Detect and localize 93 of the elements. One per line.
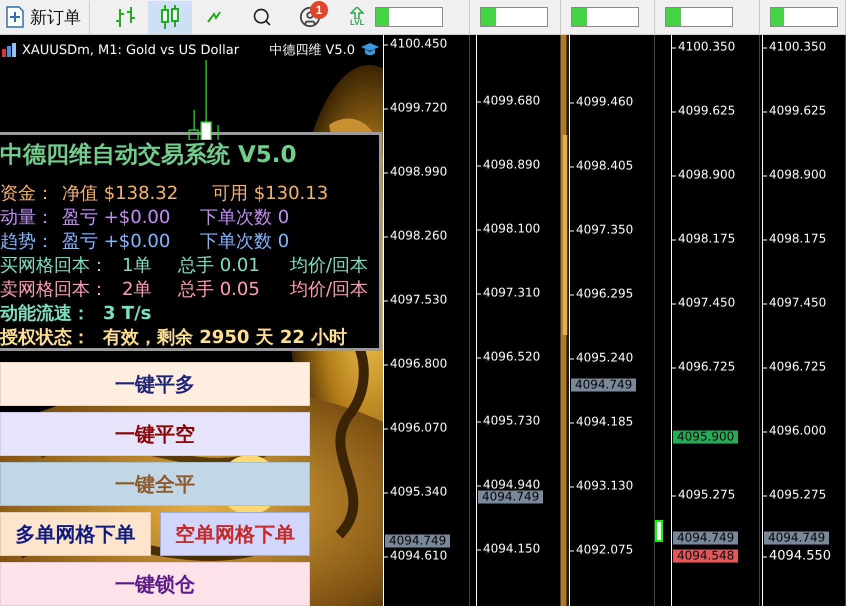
action-button[interactable]: 一键锁仓 — [0, 562, 310, 606]
price-label: 4099.680 — [477, 94, 540, 108]
price-label: 4099.720 — [384, 102, 448, 114]
price-label: 4098.900 — [672, 168, 736, 182]
price-label: 4099.625 — [672, 104, 736, 118]
info-value: 2单 — [122, 278, 152, 301]
price-label: 4097.350 — [570, 224, 634, 236]
price-label: 4096.725 — [763, 360, 826, 374]
action-button[interactable]: 一键平多 — [0, 362, 310, 406]
price-tag: 4094.749 — [385, 534, 450, 548]
price-label: 4100.350 — [763, 40, 826, 54]
info-value: 均价/回本 — [290, 278, 368, 301]
price-label: 4098.890 — [477, 158, 540, 172]
price-label: 4100.450 — [384, 38, 448, 50]
price-label: 4095.275 — [672, 488, 736, 502]
price-label: 4096.070 — [384, 422, 448, 434]
price-label: 4099.460 — [570, 96, 634, 108]
info-label: 卖网格回本： — [0, 278, 109, 301]
search-icon — [252, 7, 272, 27]
line-chart-icon — [207, 10, 221, 24]
price-label: 4093.130 — [570, 480, 634, 492]
level-meter — [480, 7, 548, 27]
chart-icon — [2, 43, 16, 57]
user-icon — [299, 6, 321, 28]
info-value: 3 T/s — [103, 302, 152, 324]
price-tag: 4094.749 — [764, 532, 830, 545]
price-label: 4097.450 — [672, 296, 736, 310]
chart-title: XAUUSDm, M1: Gold vs US Dollar — [22, 42, 240, 58]
info-value: 总手 0.01 — [178, 254, 261, 277]
info-value: 盈亏 +$0.00 — [62, 230, 172, 253]
price-label: 4092.075 — [570, 544, 634, 556]
price-label: 4098.260 — [384, 230, 448, 242]
price-label: 4097.530 — [384, 294, 448, 306]
new-document-icon — [6, 6, 24, 28]
info-label: 趋势： — [0, 230, 55, 253]
info-value: 盈亏 +$0.00 — [62, 206, 172, 229]
action-button[interactable]: 空单网格下单 — [160, 512, 310, 556]
info-value: 下单次数 0 — [200, 206, 290, 229]
price-label: 4097.310 — [477, 286, 540, 300]
level-meter — [665, 7, 733, 27]
expert-name: 中德四维 V5.0 — [269, 42, 355, 59]
action-button[interactable]: 一键全平 — [0, 462, 310, 506]
info-label: 资金： — [0, 182, 55, 205]
price-label: 4098.175 — [763, 232, 826, 246]
price-label: 4099.625 — [763, 104, 826, 118]
price-tag: 4094.548 — [673, 550, 738, 563]
price-label: 4094.940 — [477, 478, 540, 492]
price-label: 4095.730 — [477, 414, 540, 428]
price-label: 4096.725 — [672, 360, 736, 374]
price-tag: 4094.749 — [571, 378, 636, 392]
price-label: 4094.150 — [477, 542, 540, 556]
info-value: 总手 0.05 — [178, 278, 261, 301]
chart-type-button[interactable] — [148, 0, 192, 34]
action-button[interactable]: 一键平空 — [0, 412, 310, 456]
graduation-cap-icon — [361, 42, 379, 58]
price-label: 4096.520 — [477, 350, 540, 364]
price-label: 4098.100 — [477, 222, 540, 236]
price-label: 4098.990 — [384, 166, 448, 178]
level-meter — [571, 7, 639, 27]
price-label: 4096.000 — [763, 424, 826, 438]
info-label: 买网格回本： — [0, 254, 109, 277]
price-label: 4094.185 — [570, 416, 634, 428]
price-label: 4098.405 — [570, 160, 634, 172]
price-label: 4100.350 — [672, 40, 736, 54]
info-label: 动能流速： — [0, 302, 91, 325]
panel-title: 中德四维自动交易系统 V5.0 — [0, 141, 298, 170]
info-label: 动量： — [0, 206, 55, 229]
info-value: 下单次数 0 — [200, 230, 290, 253]
price-label: 4095.275 — [763, 488, 826, 502]
price-tag: 4095.900 — [673, 430, 738, 444]
info-value: 净值 $138.32 — [62, 182, 180, 205]
price-label: 4098.900 — [763, 168, 826, 182]
price-tag: 4094.749 — [478, 490, 544, 504]
action-button[interactable]: 多单网格下单 — [0, 512, 150, 556]
notification-badge: 1 — [310, 0, 328, 18]
info-value: 有效，剩余 2950 天 22 小时 — [103, 326, 348, 349]
level-meter — [770, 7, 838, 27]
price-label: 4095.340 — [384, 486, 448, 498]
account-button[interactable]: 1 — [290, 0, 330, 34]
info-value: 均价/回本 — [290, 254, 368, 277]
level-meter — [374, 7, 443, 27]
candlestick-icon — [158, 4, 182, 30]
info-value: 1单 — [122, 254, 152, 277]
price-label: 4095.240 — [570, 352, 634, 364]
price-label: 4097.450 — [763, 296, 826, 310]
price-label: 4096.295 — [570, 288, 634, 300]
new-order-button[interactable]: 新订单 — [0, 0, 90, 34]
price-label: 4094.610 — [384, 550, 448, 562]
price-tag: 4094.749 — [673, 532, 738, 545]
info-value: 可用 $130.13 — [212, 182, 328, 205]
price-label: 4094.550 — [763, 548, 832, 564]
price-label: 4096.800 — [384, 358, 448, 370]
price-label: 4098.175 — [672, 232, 736, 246]
